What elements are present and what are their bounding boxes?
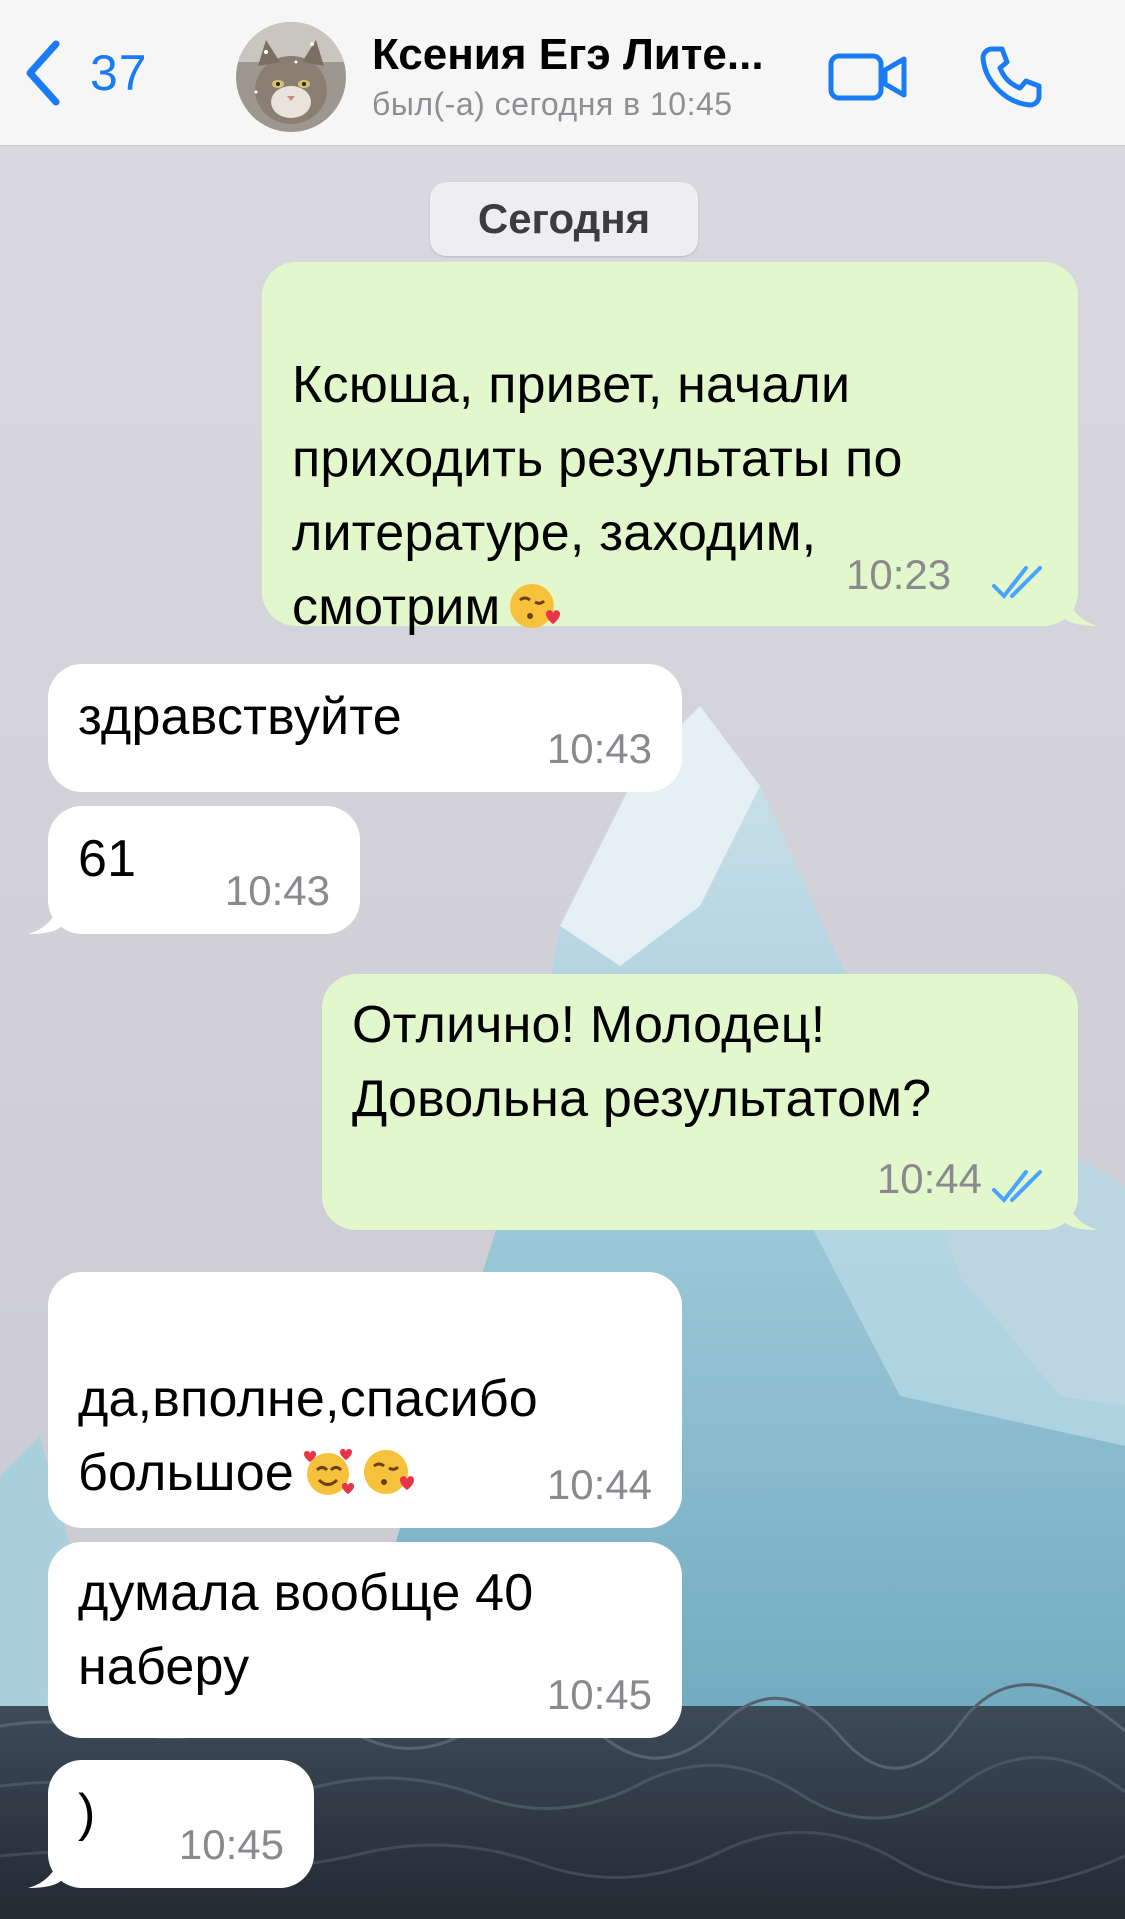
cat-avatar-image <box>236 22 346 132</box>
chat-header: 37 Ксения Егэ Лите... был(-а) сегодня в … <box>0 0 1125 146</box>
video-camera-icon <box>828 53 907 101</box>
message-bubble-outgoing[interactable]: Отлично! Молодец! Довольна результатом? … <box>322 974 1078 1230</box>
last-seen-status: был(-а) сегодня в 10:45 <box>372 86 733 122</box>
message-bubble-incoming[interactable]: думала вообще 40 наберу 10:45 <box>48 1542 682 1738</box>
message-time: 10:23 <box>846 551 952 598</box>
kissing-heart-emoji-icon <box>362 1444 414 1496</box>
smiling-face-with-hearts-emoji-icon <box>302 1444 354 1496</box>
message-bubble-incoming[interactable]: ) 10:45 <box>48 1760 314 1888</box>
message-time: 10:43 <box>224 867 330 914</box>
message-bubble-incoming[interactable]: да,вполне,спасибо большое 10:44 <box>48 1272 682 1528</box>
kissing-heart-emoji-icon <box>508 578 561 630</box>
phone-icon <box>980 46 1042 108</box>
unread-count: 37 <box>90 45 148 101</box>
bubble-tail <box>28 900 62 934</box>
message-list[interactable]: Сегодня Ксюша, привет, начали приходить … <box>0 146 1125 1919</box>
message-text: Отлично! Молодец! Довольна результатом? <box>352 996 932 1128</box>
message-time: 10:44 <box>546 1461 652 1508</box>
video-call-button[interactable] <box>828 50 908 104</box>
message-text: Ксюша, привет, начали приходить результа… <box>292 356 903 636</box>
back-button[interactable]: 37 <box>22 38 148 108</box>
message-bubble-outgoing[interactable]: Ксюша, привет, начали приходить результа… <box>262 262 1078 636</box>
contact-info[interactable]: Ксения Егэ Лите... был(-а) сегодня в 10:… <box>372 30 812 123</box>
chevron-left-icon <box>26 40 60 106</box>
bubble-tail <box>28 1854 62 1888</box>
message-time: 10:45 <box>546 1671 652 1718</box>
message-bubble-incoming[interactable]: 61 10:43 <box>48 806 360 934</box>
date-separator: Сегодня <box>430 182 698 256</box>
message-time: 10:43 <box>546 725 652 772</box>
message-time: 10:44 <box>876 1155 982 1202</box>
message-time: 10:45 <box>178 1821 284 1868</box>
bubble-tail <box>1064 1196 1098 1230</box>
message-text: 61 <box>78 830 137 888</box>
read-receipt-icon <box>992 566 1042 600</box>
contact-name: Ксения Егэ Лите... <box>372 30 764 79</box>
message-text: ) <box>78 1784 96 1842</box>
avatar[interactable] <box>236 22 346 132</box>
message-bubble-incoming[interactable]: здравствуйте 10:43 <box>48 664 682 792</box>
read-receipt-icon <box>992 1170 1042 1204</box>
bubble-tail <box>1064 592 1098 626</box>
voice-call-button[interactable] <box>978 44 1044 110</box>
message-text: здравствуйте <box>78 688 402 746</box>
message-text: думала вообще 40 наберу <box>78 1564 534 1696</box>
